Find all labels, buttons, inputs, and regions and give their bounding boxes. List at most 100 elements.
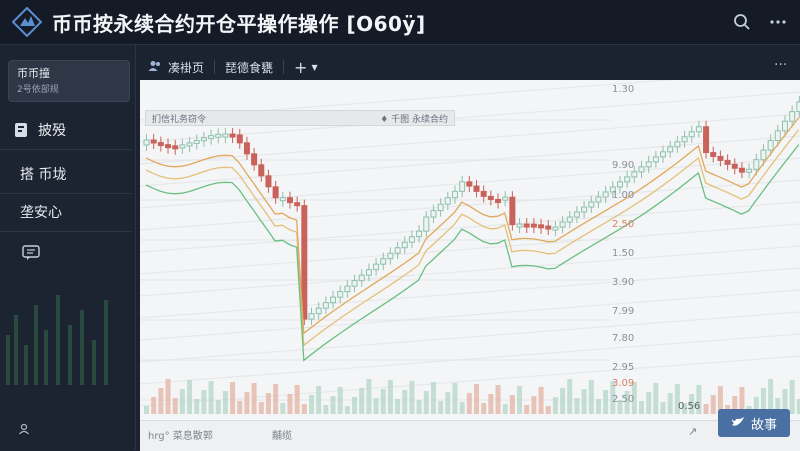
share-label: 故事	[750, 417, 777, 433]
brand-logo-icon	[12, 7, 42, 37]
add-tab-button[interactable]: + ▼	[284, 55, 328, 79]
sidebar-item-2[interactable]: 垄安心	[0, 195, 132, 229]
sidebar-item-1[interactable]: 搭 币垅	[0, 157, 132, 191]
tab-1[interactable]: 琵德食甕	[215, 55, 283, 79]
candle-body	[573, 211, 580, 218]
volume-bar	[265, 393, 271, 414]
more-dots-icon[interactable]	[766, 10, 790, 34]
candle-body	[631, 171, 638, 178]
volume-bar	[222, 391, 228, 414]
candle-body	[738, 167, 745, 173]
background-streak	[140, 245, 800, 297]
volume-bar	[352, 397, 358, 414]
volume-bar	[366, 379, 372, 414]
candle-body	[394, 247, 401, 254]
candle-body	[279, 197, 286, 202]
user-icon[interactable]	[18, 423, 30, 438]
volume-bar	[187, 380, 193, 414]
account-subtitle: 2号依部规	[17, 85, 59, 95]
candle-body	[251, 153, 258, 166]
volume-bar	[445, 392, 451, 414]
draw-tool-icon[interactable]: ↗	[688, 425, 697, 438]
account-name: 币币撞	[17, 67, 50, 80]
chart-toolbar-right: ♦ 千图 永续合约	[380, 114, 448, 125]
sidebar-item-label: 披殁	[38, 123, 66, 139]
chart-bottom-bar: 0.56 hrg° 菜息散郭 黼缆 ↗	[140, 401, 800, 451]
volume-bar	[359, 388, 365, 414]
candle-body	[746, 168, 753, 173]
candle-body	[143, 139, 150, 146]
candle-body	[674, 141, 681, 148]
candle-body	[444, 197, 451, 205]
volume-bar	[373, 398, 379, 414]
tab-0[interactable]: 凑褂页	[138, 55, 214, 79]
candle-body	[451, 190, 458, 199]
volume-bar	[316, 386, 322, 414]
volume-bar	[179, 389, 185, 414]
volume-bar	[430, 382, 436, 414]
users-icon	[148, 60, 162, 75]
sidebar-item-0[interactable]: 披殁	[0, 113, 132, 147]
page-title: 币币按永续合约开仓平操作操作 [O60ÿ]	[52, 11, 426, 36]
candle-body	[509, 196, 516, 226]
sidebar: 币币撞 2号依部规 披殁 搭 币垅 垄安心	[0, 45, 136, 450]
candle-body	[595, 196, 602, 203]
volume-bar	[560, 388, 566, 414]
chat-icon[interactable]	[22, 245, 40, 261]
candle-body	[272, 186, 279, 199]
volume-bar	[208, 381, 214, 414]
volume-bar	[639, 401, 644, 414]
volume-bar	[344, 406, 350, 414]
bottom-left-label[interactable]: hrg° 菜息散郭	[148, 427, 213, 442]
chart-canvas[interactable]	[140, 80, 800, 422]
volume-bar	[452, 383, 458, 414]
search-icon[interactable]	[730, 10, 754, 34]
candle-body	[552, 226, 559, 231]
volume-bar	[574, 398, 580, 414]
price-axis-tick: 1.00	[612, 190, 635, 201]
volume-bar	[495, 385, 501, 414]
candle-body	[172, 145, 179, 150]
candle-body	[330, 296, 337, 304]
volume-bar	[416, 400, 422, 414]
volume-bar	[337, 387, 343, 414]
volume-bar	[653, 383, 659, 414]
chart-toolbar-left: 扪信礼务窃令	[152, 114, 207, 125]
candle-body	[165, 144, 172, 149]
tab-label: 琵德食甕	[225, 60, 274, 75]
candle-body	[645, 161, 652, 168]
candle-body	[416, 230, 423, 238]
candle-body	[358, 274, 365, 282]
volume-bar	[258, 402, 264, 414]
candle-body	[308, 313, 315, 320]
candle-body	[523, 223, 530, 228]
volume-bar	[567, 379, 573, 414]
volume-bar	[667, 393, 673, 414]
volume-bar	[459, 402, 465, 414]
bird-icon	[731, 416, 745, 431]
candle-body	[760, 149, 767, 161]
volume-bar	[165, 379, 171, 414]
candle-body	[294, 202, 301, 207]
candle-body	[581, 206, 588, 213]
candle-body	[616, 181, 623, 188]
chart-toolbar[interactable]: 扪信礼务窃令 ♦ 千图 永续合约	[145, 110, 455, 126]
volume-bar	[280, 403, 286, 414]
candlestick-chart[interactable]	[140, 80, 800, 422]
candle-body	[466, 181, 473, 187]
price-axis-tick: 1.50	[612, 248, 635, 259]
share-button[interactable]: 故事	[718, 409, 790, 437]
candle-body	[688, 131, 695, 138]
candle-body	[516, 223, 523, 228]
panel-more-button[interactable]: ···	[774, 57, 787, 73]
candle-body	[530, 223, 537, 228]
volume-bar	[301, 404, 307, 414]
bottom-mid-label[interactable]: 黼缆	[272, 427, 292, 442]
app-header: 币币按永续合约开仓平操作操作 [O60ÿ]	[0, 0, 800, 45]
volume-bar	[144, 406, 149, 414]
candle-body	[695, 126, 702, 133]
volume-tick-label: 0.56	[678, 401, 701, 412]
volume-bar	[158, 388, 164, 414]
volume-bar	[230, 382, 236, 414]
account-card[interactable]: 币币撞 2号依部规	[8, 60, 130, 102]
